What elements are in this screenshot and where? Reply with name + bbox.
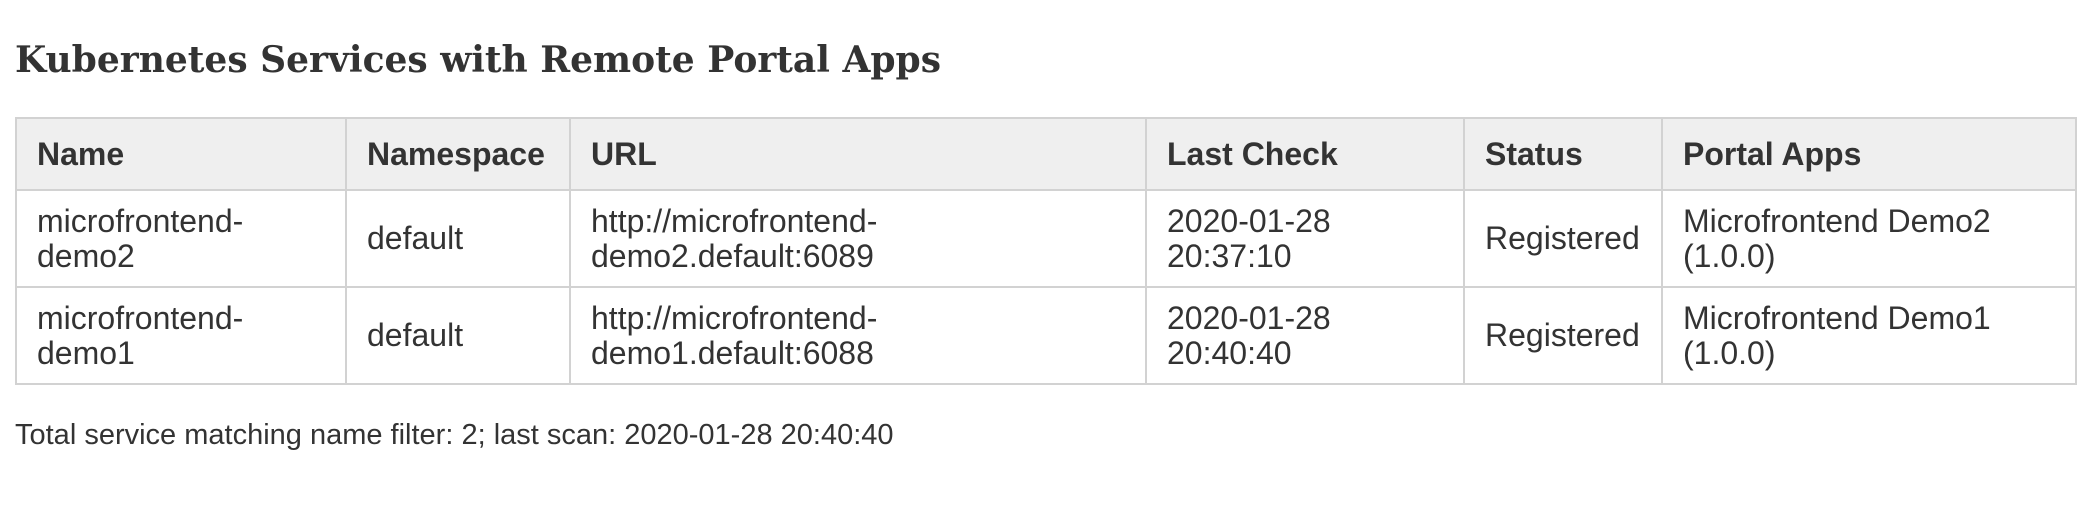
cell-last-check: 2020-01-28 20:37:10: [1145, 189, 1465, 288]
services-table: Name Namespace URL Last Check Status Por…: [15, 117, 2077, 385]
column-header-portal-apps: Portal Apps: [1661, 117, 2077, 191]
page-title: Kubernetes Services with Remote Portal A…: [15, 39, 941, 81]
cell-status: Registered: [1463, 189, 1663, 288]
cell-portal-apps: Microfrontend Demo1 (1.0.0): [1661, 286, 2077, 385]
cell-portal-apps: Microfrontend Demo2 (1.0.0): [1661, 189, 2077, 288]
column-header-namespace: Namespace: [345, 117, 571, 191]
scan-summary: Total service matching name filter: 2; l…: [15, 419, 894, 451]
cell-namespace: default: [345, 189, 571, 288]
cell-last-check: 2020-01-28 20:40:40: [1145, 286, 1465, 385]
column-header-last-check: Last Check: [1145, 117, 1465, 191]
cell-name: microfrontend-demo1: [15, 286, 347, 385]
column-header-name: Name: [15, 117, 347, 191]
column-header-url: URL: [569, 117, 1147, 191]
table-row: microfrontend-demo1 default http://micro…: [15, 286, 2077, 385]
cell-namespace: default: [345, 286, 571, 385]
cell-url: http://microfrontend-demo2.default:6089: [569, 189, 1147, 288]
table-row: microfrontend-demo2 default http://micro…: [15, 189, 2077, 288]
table-header-row: Name Namespace URL Last Check Status Por…: [15, 117, 2077, 191]
cell-name: microfrontend-demo2: [15, 189, 347, 288]
column-header-status: Status: [1463, 117, 1663, 191]
cell-status: Registered: [1463, 286, 1663, 385]
cell-url: http://microfrontend-demo1.default:6088: [569, 286, 1147, 385]
